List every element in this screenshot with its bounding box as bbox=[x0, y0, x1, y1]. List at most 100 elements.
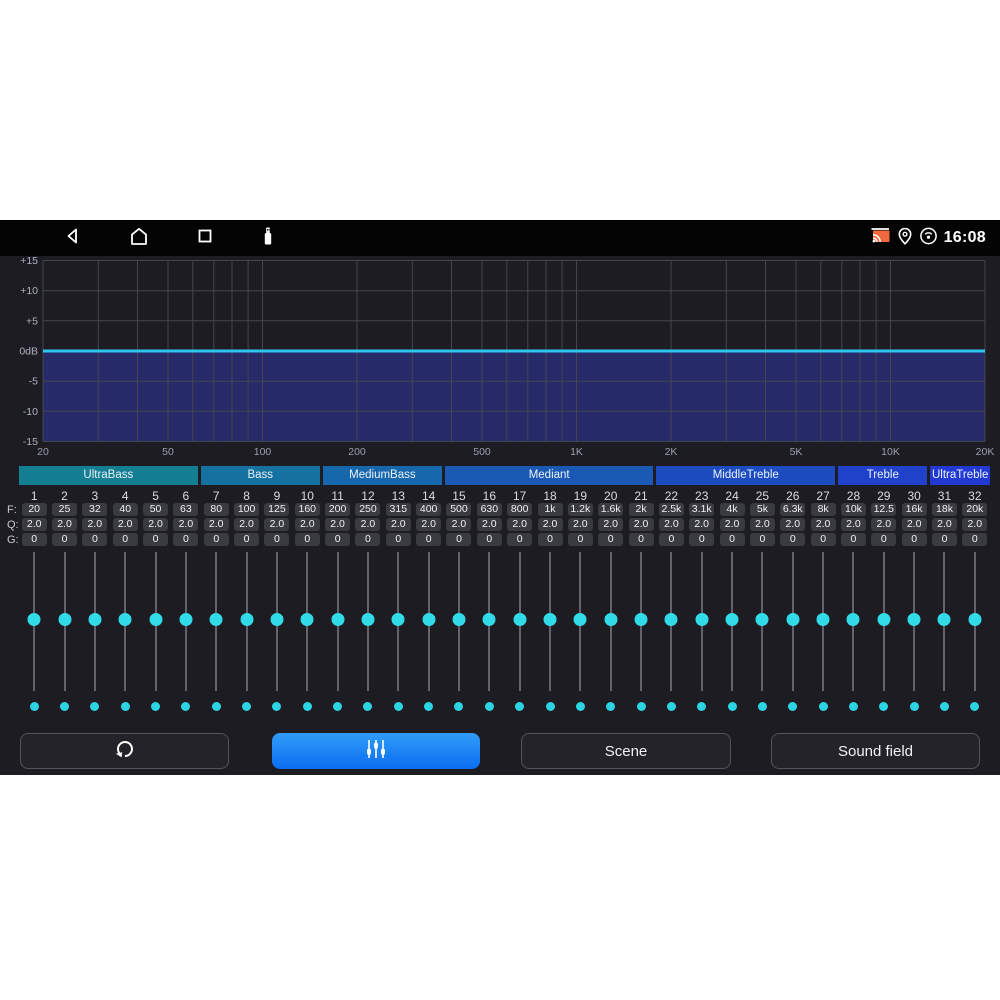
slider-thumb[interactable] bbox=[331, 613, 344, 626]
usb-button[interactable] bbox=[256, 226, 280, 250]
band-gain-chip: 0 bbox=[750, 533, 775, 546]
band-number: 16 bbox=[474, 488, 504, 504]
eq-band-slider[interactable] bbox=[535, 552, 565, 692]
slider-thumb[interactable] bbox=[270, 613, 283, 626]
eq-band-slider[interactable] bbox=[838, 552, 868, 692]
back-button[interactable] bbox=[61, 226, 85, 250]
eq-band-slider[interactable] bbox=[565, 552, 595, 692]
eq-band-slider[interactable] bbox=[656, 552, 686, 692]
slider-thumb[interactable] bbox=[847, 613, 860, 626]
band-indicator-dot bbox=[485, 702, 494, 711]
slider-thumb[interactable] bbox=[908, 613, 921, 626]
band-gain-chip: 0 bbox=[295, 533, 320, 546]
eq-band-slider[interactable] bbox=[778, 552, 808, 692]
slider-thumb[interactable] bbox=[756, 613, 769, 626]
eq-band-slider[interactable] bbox=[596, 552, 626, 692]
slider-thumb[interactable] bbox=[452, 613, 465, 626]
band-q-chip: 2.0 bbox=[416, 518, 441, 531]
eq-band-slider[interactable] bbox=[444, 552, 474, 692]
eq-band-slider[interactable] bbox=[505, 552, 535, 692]
slider-thumb[interactable] bbox=[210, 613, 223, 626]
slider-thumb[interactable] bbox=[483, 613, 496, 626]
band-number: 23 bbox=[687, 488, 717, 504]
eq-band-slider[interactable] bbox=[262, 552, 292, 692]
band-number: 1 bbox=[19, 488, 49, 504]
slider-thumb[interactable] bbox=[88, 613, 101, 626]
eq-band-slider[interactable] bbox=[626, 552, 656, 692]
band-indicator-dot bbox=[819, 702, 828, 711]
eq-band-slider[interactable] bbox=[292, 552, 322, 692]
eq-band-slider[interactable] bbox=[110, 552, 140, 692]
slider-thumb[interactable] bbox=[968, 613, 981, 626]
slider-thumb[interactable] bbox=[361, 613, 374, 626]
slider-thumb[interactable] bbox=[604, 613, 617, 626]
slider-thumb[interactable] bbox=[938, 613, 951, 626]
eq-band-slider[interactable] bbox=[808, 552, 838, 692]
slider-thumb[interactable] bbox=[392, 613, 405, 626]
band-indicator-dot bbox=[940, 702, 949, 711]
slider-thumb[interactable] bbox=[513, 613, 526, 626]
band-frequency-chip: 100 bbox=[234, 503, 259, 516]
slider-thumb[interactable] bbox=[28, 613, 41, 626]
slider-thumb[interactable] bbox=[635, 613, 648, 626]
band-gain-chip: 0 bbox=[52, 533, 77, 546]
slider-thumb[interactable] bbox=[665, 613, 678, 626]
eq-band-slider[interactable] bbox=[353, 552, 383, 692]
eq-band-slider[interactable] bbox=[49, 552, 79, 692]
sound-field-button[interactable]: Sound field bbox=[771, 733, 980, 769]
eq-band-slider[interactable] bbox=[80, 552, 110, 692]
slider-thumb[interactable] bbox=[544, 613, 557, 626]
eq-band-slider[interactable] bbox=[687, 552, 717, 692]
band-q-chip: 2.0 bbox=[841, 518, 866, 531]
equalizer-button[interactable] bbox=[272, 733, 480, 769]
eq-band-slider[interactable] bbox=[140, 552, 170, 692]
eq-band-slider[interactable] bbox=[383, 552, 413, 692]
eq-band-slider[interactable] bbox=[413, 552, 443, 692]
slider-thumb[interactable] bbox=[58, 613, 71, 626]
slider-thumb[interactable] bbox=[817, 613, 830, 626]
reset-button[interactable] bbox=[20, 733, 229, 769]
eq-band-slider[interactable] bbox=[929, 552, 959, 692]
band-frequency-chip: 63 bbox=[173, 503, 198, 516]
gain-row-label: G: bbox=[7, 534, 19, 546]
slider-thumb[interactable] bbox=[574, 613, 587, 626]
eq-band-slider[interactable] bbox=[869, 552, 899, 692]
slider-thumb[interactable] bbox=[301, 613, 314, 626]
slider-thumb[interactable] bbox=[786, 613, 799, 626]
slider-thumb[interactable] bbox=[119, 613, 132, 626]
slider-thumb[interactable] bbox=[179, 613, 192, 626]
home-button[interactable] bbox=[127, 226, 151, 250]
slider-thumb[interactable] bbox=[877, 613, 890, 626]
band-number: 25 bbox=[747, 488, 777, 504]
slider-thumb[interactable] bbox=[149, 613, 162, 626]
band-number: 11 bbox=[322, 488, 352, 504]
recents-button[interactable] bbox=[193, 226, 217, 250]
eq-band-slider[interactable] bbox=[960, 552, 990, 692]
band-q-chip: 2.0 bbox=[173, 518, 198, 531]
eq-band-slider[interactable] bbox=[717, 552, 747, 692]
band-gain-chip: 0 bbox=[720, 533, 745, 546]
slider-thumb[interactable] bbox=[726, 613, 739, 626]
eq-band-slider[interactable] bbox=[201, 552, 231, 692]
band-group-bass: Bass bbox=[201, 466, 320, 485]
band-q-chip: 2.0 bbox=[659, 518, 684, 531]
eq-band-slider[interactable] bbox=[322, 552, 352, 692]
eq-band-slider[interactable] bbox=[747, 552, 777, 692]
eq-band-slider[interactable] bbox=[231, 552, 261, 692]
scene-button[interactable]: Scene bbox=[521, 733, 731, 769]
band-frequency-chip: 50 bbox=[143, 503, 168, 516]
band-frequency-chip: 18k bbox=[932, 503, 957, 516]
eq-band-slider[interactable] bbox=[899, 552, 929, 692]
slider-thumb[interactable] bbox=[695, 613, 708, 626]
band-indicator-dot bbox=[272, 702, 281, 711]
eq-band-slider[interactable] bbox=[171, 552, 201, 692]
eq-band-slider[interactable] bbox=[19, 552, 49, 692]
back-icon bbox=[61, 224, 85, 253]
slider-thumb[interactable] bbox=[240, 613, 253, 626]
band-gain-row: 00000000000000000000000000000000 bbox=[19, 533, 990, 546]
eq-band-slider[interactable] bbox=[474, 552, 504, 692]
band-frequency-chip: 315 bbox=[386, 503, 411, 516]
band-gain-chip: 0 bbox=[689, 533, 714, 546]
band-frequency-chip: 160 bbox=[295, 503, 320, 516]
slider-thumb[interactable] bbox=[422, 613, 435, 626]
